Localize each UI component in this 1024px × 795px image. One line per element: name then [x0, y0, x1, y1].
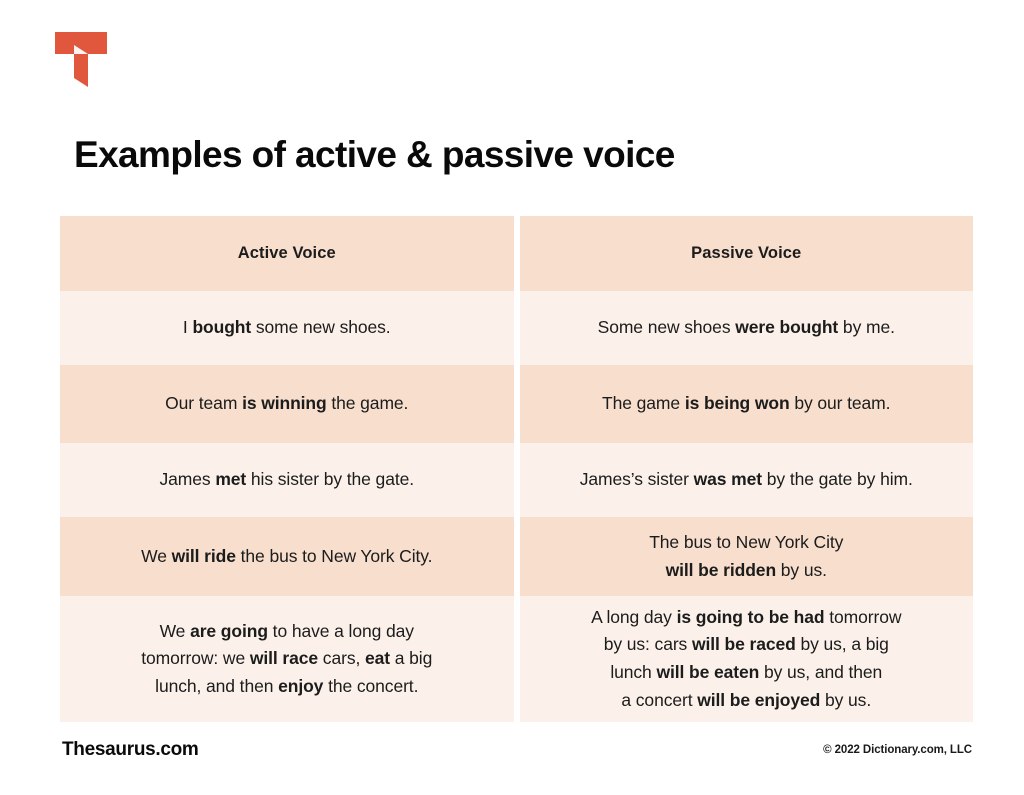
cell-active-voice: We are going to have a long day tomorrow:…	[60, 596, 514, 722]
thesaurus-t-logo-icon	[55, 32, 107, 87]
cell-active-voice: I bought some new shoes.	[60, 291, 514, 365]
page-title: Examples of active & passive voice	[74, 134, 675, 175]
cell-active-voice: We will ride the bus to New York City.	[60, 517, 514, 596]
table-row: James met his sister by the gate. James’…	[60, 443, 973, 517]
table-header-row: Active Voice Passive Voice	[60, 216, 973, 291]
cell-passive-voice: Some new shoes were bought by me.	[519, 291, 973, 365]
column-header-active-voice: Active Voice	[60, 216, 514, 291]
table-row: I bought some new shoes. Some new shoes …	[60, 291, 973, 365]
column-header-passive-voice: Passive Voice	[519, 216, 973, 291]
table-row: We will ride the bus to New York City. T…	[60, 517, 973, 596]
cell-passive-voice: The bus to New York City will be ridden b…	[519, 517, 973, 596]
table-row: We are going to have a long day tomorrow:…	[60, 596, 973, 722]
table-row: Our team is winning the game. The game i…	[60, 365, 973, 443]
footer-copyright: © 2022 Dictionary.com, LLC	[823, 744, 972, 756]
cell-passive-voice: James’s sister was met by the gate by hi…	[519, 443, 973, 517]
cell-passive-voice: The game is being won by our team.	[519, 365, 973, 443]
footer-brand-name: Thesaurus.com	[62, 739, 199, 760]
cell-active-voice: James met his sister by the gate.	[60, 443, 514, 517]
thesaurus-logo	[55, 32, 107, 87]
cell-passive-voice: A long day is going to be had tomorrow by…	[519, 596, 973, 722]
active-passive-voice-table: Active Voice Passive Voice I bought some…	[60, 216, 973, 722]
cell-active-voice: Our team is winning the game.	[60, 365, 514, 443]
